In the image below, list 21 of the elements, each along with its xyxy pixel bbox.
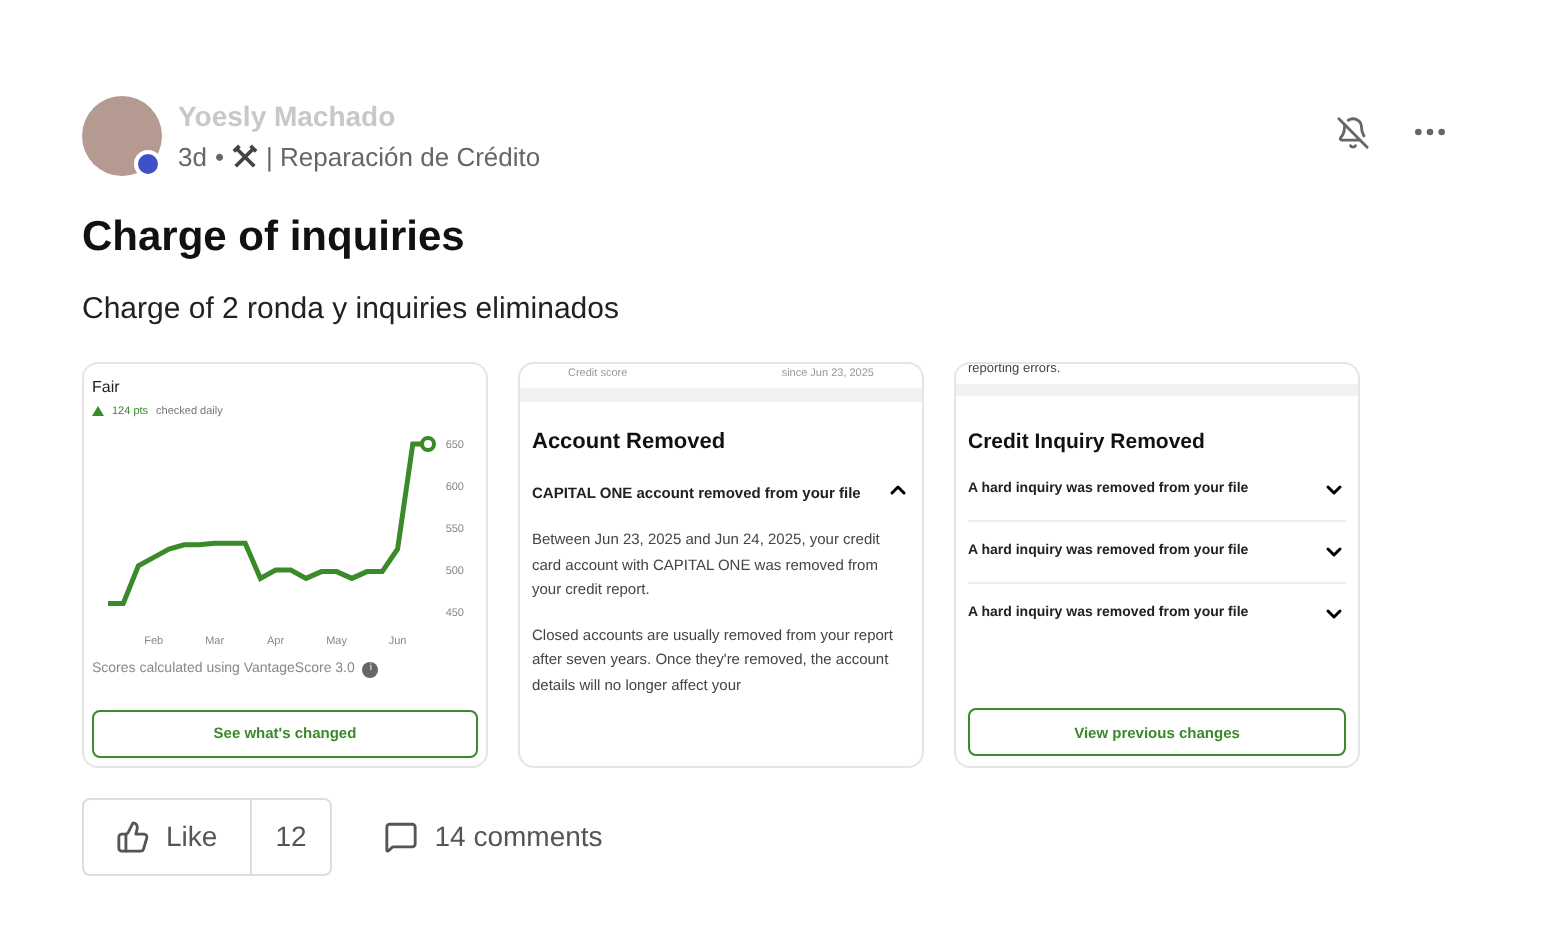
tools-icon xyxy=(232,144,259,171)
post-age: 3d xyxy=(178,140,207,176)
comments-button[interactable]: 14 comments xyxy=(384,815,603,857)
current-score-marker xyxy=(420,435,436,452)
image-card[interactable] xyxy=(518,361,924,767)
badge-icon xyxy=(134,150,162,179)
mute-notifications-icon[interactable] xyxy=(1336,115,1370,149)
post-body: Charge of 2 ronda y inquiries eliminados xyxy=(82,290,621,330)
thumbs-up-icon[interactable] xyxy=(116,819,150,853)
up-triangle-icon xyxy=(92,406,104,417)
like-count: 12 xyxy=(273,817,309,855)
group-link[interactable]: | Reparación de Crédito xyxy=(266,138,541,177)
post-title: Charge of inquiries xyxy=(82,211,467,263)
comment-icon xyxy=(384,819,419,853)
like-label[interactable]: Like xyxy=(166,815,218,857)
separator-dot: • xyxy=(214,140,225,176)
like-control[interactable]: Like 12 xyxy=(82,797,333,875)
score-rating: Fair xyxy=(92,375,122,399)
section-heading: Credit Inquiry Removed xyxy=(968,428,1207,459)
section-heading: Account Removed xyxy=(532,427,728,457)
avatar[interactable] xyxy=(82,96,162,177)
